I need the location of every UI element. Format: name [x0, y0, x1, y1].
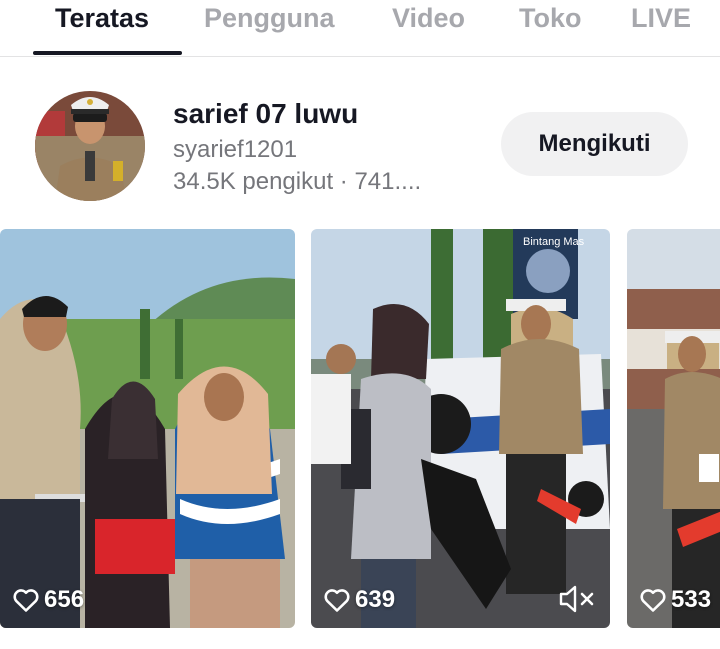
- video-thumbnail: [0, 229, 295, 628]
- like-count: 656: [12, 586, 84, 614]
- speaker-muted-icon[interactable]: [558, 584, 596, 614]
- like-count-value: 533: [671, 586, 712, 613]
- tab-video[interactable]: Video: [392, 0, 465, 36]
- video-card[interactable]: 656: [0, 229, 295, 628]
- search-tabs: Teratas Pengguna Video Toko LIVE: [0, 0, 720, 57]
- like-count-value: 656: [44, 586, 85, 613]
- like-count: 533: [639, 586, 711, 614]
- tab-live[interactable]: LIVE: [631, 0, 691, 36]
- follower-stats: 34.5K pengikut · 741....: [173, 168, 422, 195]
- heart-outline-icon: [324, 589, 350, 612]
- user-result[interactable]: sarief 07 luwu syarief1201 34.5K pengiku…: [0, 88, 720, 208]
- tab-toko[interactable]: Toko: [519, 0, 582, 36]
- heart-outline-icon: [13, 589, 39, 612]
- video-card[interactable]: 533: [627, 229, 720, 628]
- active-tab-indicator: [33, 51, 182, 55]
- tab-pengguna[interactable]: Pengguna: [204, 0, 335, 36]
- avatar[interactable]: [35, 91, 145, 201]
- storefront-sign-text: Bintang Mas: [523, 236, 585, 248]
- username: syarief1201: [173, 136, 298, 163]
- like-count-value: 639: [355, 586, 396, 613]
- video-thumbnail: Bintang Mas: [311, 229, 610, 628]
- tab-teratas[interactable]: Teratas: [55, 0, 149, 36]
- video-card[interactable]: Bintang Mas 639: [311, 229, 610, 628]
- like-count: 639: [323, 586, 395, 614]
- heart-outline-icon: [640, 589, 666, 612]
- display-name: sarief 07 luwu: [173, 98, 359, 129]
- following-button[interactable]: Mengikuti: [501, 112, 688, 176]
- video-thumbnail: [627, 229, 720, 628]
